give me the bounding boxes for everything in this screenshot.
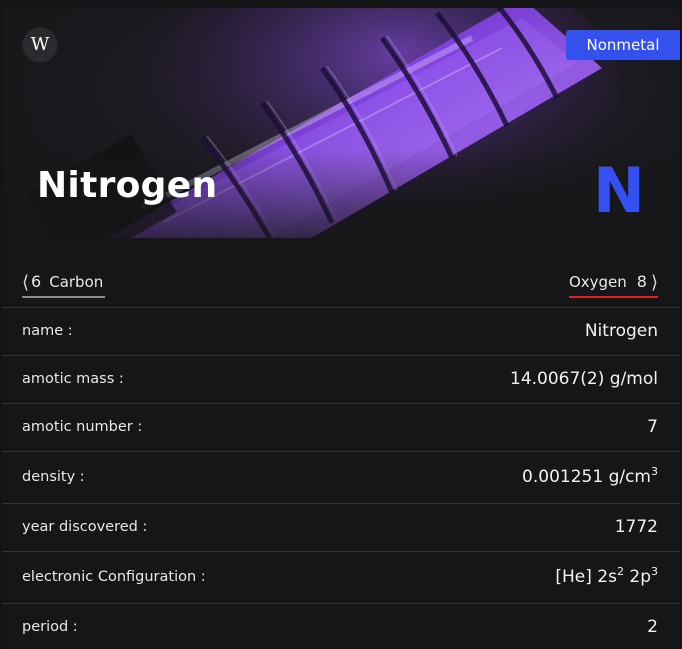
property-value: Nitrogen [584,321,658,341]
category-badge: Nonmetal [566,30,680,60]
property-label: name : [22,323,73,339]
element-card: W Nonmetal Nitrogen N ⟨ 6 Carbon Oxygen 8 ⟩ … [2,8,680,649]
property-value: [He] 2s2 2p3 [555,565,658,587]
chevron-left-icon: ⟨ [22,272,30,293]
property-value: 0.001251 g/cm3 [522,465,658,487]
property-row-period: period : 2 [2,604,680,649]
property-label: year discovered : [22,519,148,535]
previous-element-link[interactable]: ⟨ 6 Carbon [22,272,106,298]
next-element-number: 8 [636,272,647,291]
property-label: density : [22,469,85,485]
previous-element-name: Carbon [49,273,104,291]
previous-element-number: 6 [31,272,42,291]
property-row-year-discovered: year discovered : 1772 [2,504,680,552]
property-row-atomic-number: amotic number : 7 [2,404,680,452]
chevron-right-icon: ⟩ [650,272,658,293]
property-value: 7 [647,417,658,437]
property-row-atomic-mass: amotic mass : 14.0067(2) g/mol [2,356,680,404]
element-navigation: ⟨ 6 Carbon Oxygen 8 ⟩ [2,238,680,308]
property-value: 1772 [614,517,658,537]
property-value: 14.0067(2) g/mol [510,369,658,389]
property-value: 2 [647,617,658,637]
next-element-link[interactable]: Oxygen 8 ⟩ [568,272,658,298]
property-row-density: density : 0.001251 g/cm3 [2,452,680,504]
wikipedia-icon[interactable]: W [23,28,57,62]
property-label: amotic mass : [22,371,124,387]
next-element-name: Oxygen [568,273,627,291]
property-label: electronic Configuration : [22,569,206,585]
property-label: amotic number : [22,419,143,435]
property-row-electronic-configuration: electronic Configuration : [He] 2s2 2p3 [2,552,680,604]
property-label: period : [22,619,78,635]
element-hero: W Nonmetal Nitrogen N [2,8,680,238]
property-row-name: name : Nitrogen [2,308,680,356]
properties-list: name : Nitrogen amotic mass : 14.0067(2)… [2,308,680,649]
element-name: Nitrogen [37,165,218,206]
element-symbol: N [593,154,645,227]
